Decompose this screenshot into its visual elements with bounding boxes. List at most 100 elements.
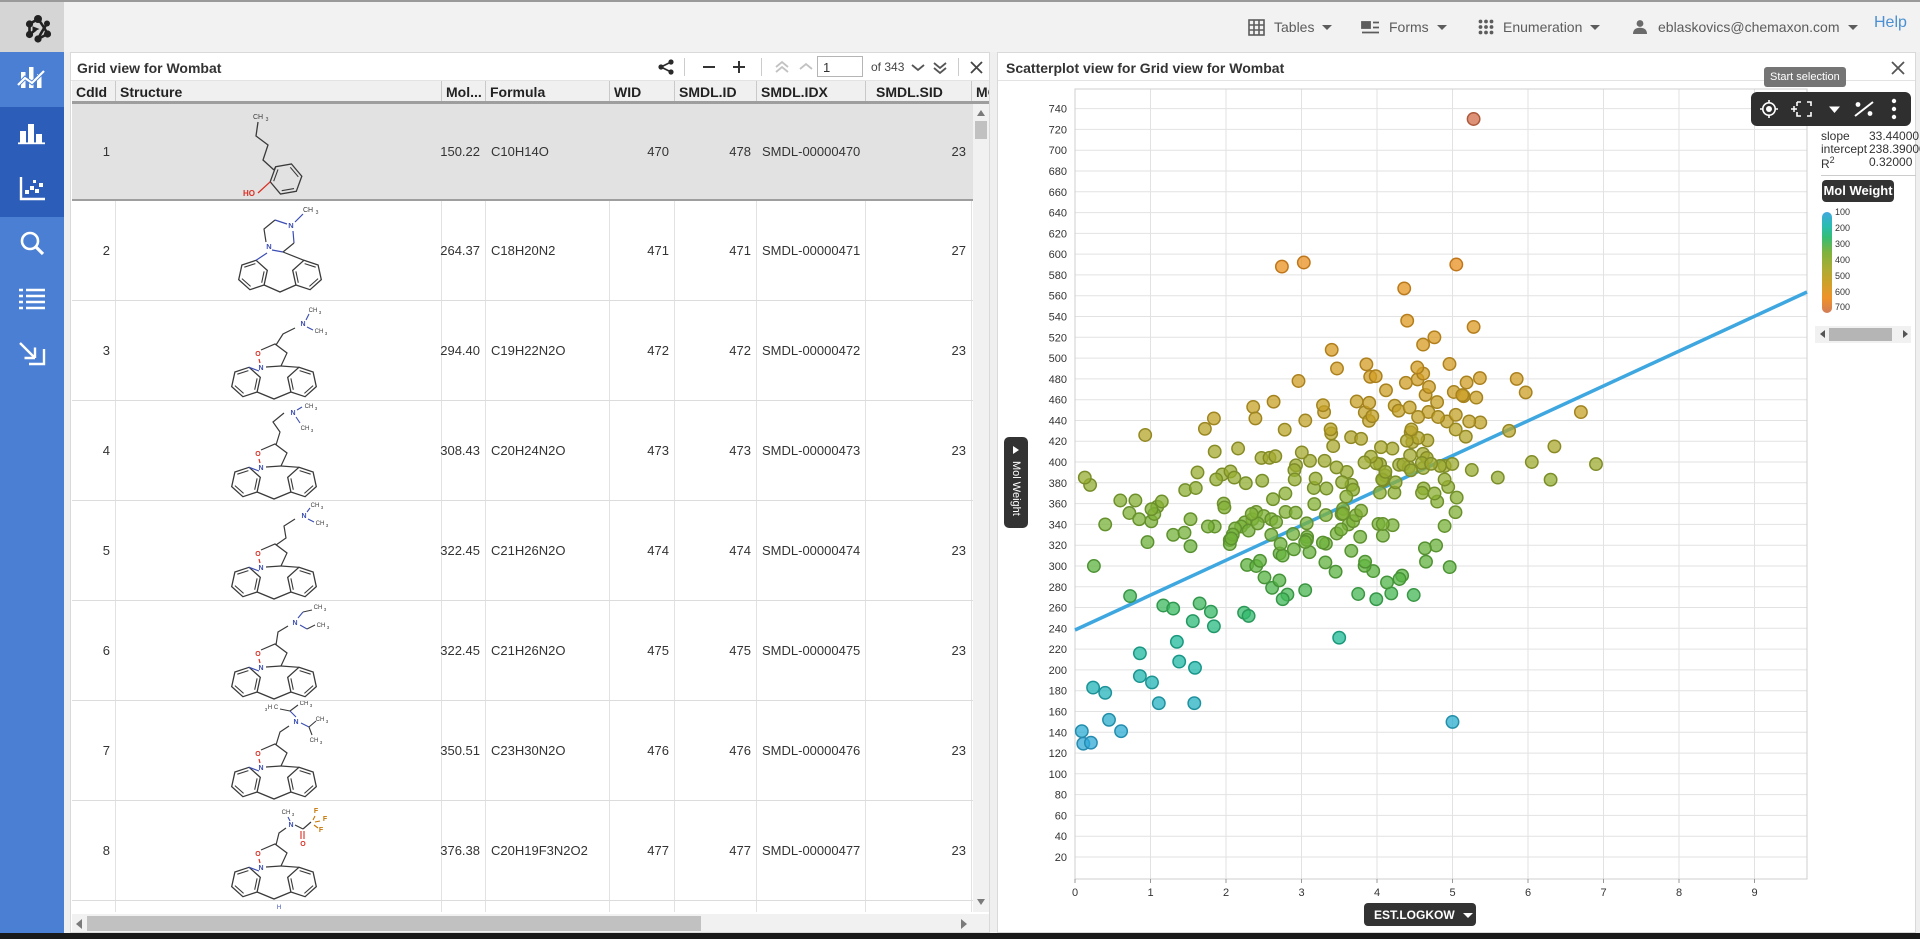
svg-text:220: 220 (1049, 644, 1067, 656)
svg-text:9: 9 (1751, 887, 1757, 899)
svg-text:320: 320 (1049, 540, 1067, 552)
svg-text:N: N (258, 465, 263, 472)
svg-text:F: F (319, 827, 324, 834)
svg-text:4: 4 (1374, 887, 1380, 899)
svg-text:CH: CH (311, 503, 320, 509)
svg-text:260: 260 (1049, 603, 1067, 615)
svg-text:2: 2 (1223, 887, 1229, 899)
svg-text:O: O (255, 751, 261, 758)
svg-text:0: 0 (1072, 887, 1078, 899)
svg-text:640: 640 (1049, 208, 1067, 220)
svg-text:3: 3 (311, 428, 314, 433)
svg-text:CH: CH (310, 738, 319, 744)
svg-text:500: 500 (1049, 353, 1067, 365)
svg-text:N: N (301, 513, 306, 520)
svg-text:N: N (290, 410, 295, 417)
svg-text:460: 460 (1049, 395, 1067, 407)
svg-text:O: O (255, 351, 261, 358)
svg-text:160: 160 (1049, 707, 1067, 719)
svg-text:6: 6 (1525, 887, 1531, 899)
svg-text:N: N (300, 321, 305, 328)
svg-text:F: F (323, 816, 328, 823)
svg-text:CH: CH (309, 308, 318, 314)
svg-text:H: H (277, 905, 281, 911)
svg-text:120: 120 (1049, 748, 1067, 760)
svg-text:420: 420 (1049, 436, 1067, 448)
svg-text:HO: HO (243, 189, 255, 198)
svg-text:340: 340 (1049, 519, 1067, 531)
svg-text:CH: CH (253, 114, 263, 121)
svg-text:3: 3 (325, 331, 328, 336)
svg-text:240: 240 (1049, 623, 1067, 635)
svg-text:300: 300 (1049, 561, 1067, 573)
svg-text:O: O (255, 651, 261, 658)
svg-text:O: O (255, 451, 261, 458)
svg-text:CH: CH (301, 426, 310, 432)
svg-text:3: 3 (1298, 887, 1304, 899)
svg-text:540: 540 (1049, 312, 1067, 324)
svg-text:F: F (314, 808, 319, 815)
svg-text:3: 3 (316, 210, 319, 216)
svg-text:3: 3 (320, 740, 323, 745)
svg-text:3: 3 (326, 523, 329, 528)
svg-text:5: 5 (1449, 887, 1455, 899)
svg-text:140: 140 (1049, 727, 1067, 739)
svg-text:20: 20 (1055, 852, 1067, 864)
svg-text:3: 3 (266, 117, 269, 123)
svg-text:3: 3 (319, 310, 322, 315)
svg-text:80: 80 (1055, 790, 1067, 802)
svg-text:CH: CH (282, 810, 291, 816)
svg-text:660: 660 (1049, 187, 1067, 199)
svg-text:N: N (258, 365, 263, 372)
svg-text:CH: CH (300, 701, 309, 707)
svg-text:620: 620 (1049, 228, 1067, 240)
svg-text:380: 380 (1049, 478, 1067, 490)
svg-text:740: 740 (1049, 104, 1067, 116)
svg-text:N: N (266, 242, 271, 251)
svg-text:O: O (255, 851, 261, 858)
svg-text:N: N (292, 620, 297, 627)
svg-text:8: 8 (1676, 887, 1682, 899)
svg-text:520: 520 (1049, 332, 1067, 344)
svg-text:200: 200 (1049, 665, 1067, 677)
svg-text:600: 600 (1049, 249, 1067, 261)
svg-text:3: 3 (315, 406, 318, 411)
svg-text:180: 180 (1049, 686, 1067, 698)
svg-text:N: N (258, 865, 263, 872)
svg-text:580: 580 (1049, 270, 1067, 282)
svg-text:720: 720 (1049, 124, 1067, 136)
svg-text:360: 360 (1049, 499, 1067, 511)
svg-text:H C: H C (268, 705, 279, 711)
svg-text:O: O (300, 841, 306, 848)
svg-text:N: N (288, 822, 293, 829)
svg-text:O: O (255, 551, 261, 558)
svg-text:700: 700 (1049, 145, 1067, 157)
svg-text:680: 680 (1049, 166, 1067, 178)
svg-text:CH: CH (305, 404, 314, 410)
svg-text:CH: CH (315, 329, 324, 335)
svg-text:100: 100 (1049, 769, 1067, 781)
svg-text:1: 1 (1147, 887, 1153, 899)
svg-text:N: N (293, 719, 298, 726)
svg-text:3: 3 (321, 505, 324, 510)
svg-text:N: N (258, 665, 263, 672)
svg-text:N: N (288, 221, 293, 230)
svg-text:N: N (258, 565, 263, 572)
svg-text:CH: CH (317, 623, 326, 629)
svg-text:CH: CH (314, 605, 323, 611)
svg-text:7: 7 (1600, 887, 1606, 899)
svg-text:3: 3 (326, 719, 329, 724)
svg-text:440: 440 (1049, 416, 1067, 428)
svg-text:CH: CH (316, 521, 325, 527)
svg-text:40: 40 (1055, 831, 1067, 843)
svg-text:3: 3 (292, 812, 295, 817)
svg-text:3: 3 (327, 625, 330, 630)
svg-text:560: 560 (1049, 291, 1067, 303)
svg-text:CH: CH (303, 207, 313, 214)
svg-text:CH: CH (316, 717, 325, 723)
svg-text:480: 480 (1049, 374, 1067, 386)
svg-text:280: 280 (1049, 582, 1067, 594)
svg-text:3: 3 (310, 703, 313, 708)
svg-text:N: N (258, 765, 263, 772)
svg-text:60: 60 (1055, 810, 1067, 822)
